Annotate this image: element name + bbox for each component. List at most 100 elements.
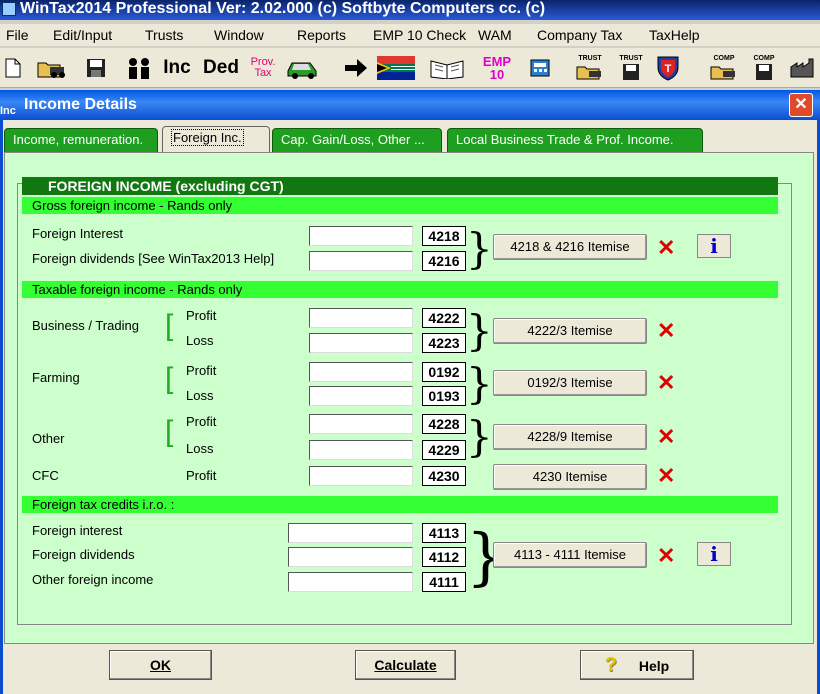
comp-save-label: COMP (753, 55, 775, 62)
itemise-4218-button[interactable]: 4218 & 4216 Itemise (493, 234, 647, 260)
code-4216: 4216 (422, 251, 466, 271)
trust-open-button[interactable]: TRUST (573, 54, 607, 82)
gross-income-heading: Gross foreign income - Rands only (22, 197, 778, 214)
south-africa-flag-icon[interactable] (376, 54, 416, 82)
ok-button[interactable]: OK (109, 650, 212, 680)
code-4218: 4218 (422, 226, 466, 246)
info-icon: i (710, 542, 718, 566)
credit-dividends-input[interactable] (288, 547, 413, 567)
trust-folder-icon (576, 66, 601, 80)
business-loss-input[interactable] (309, 333, 413, 353)
menu-reports[interactable]: Reports (297, 27, 346, 43)
code-0193: 0193 (422, 386, 466, 406)
farming-profit-input[interactable] (309, 362, 413, 382)
trust-save-button[interactable]: TRUST (617, 54, 645, 82)
code-0192: 0192 (422, 362, 466, 382)
calculate-button[interactable]: Calculate (355, 650, 456, 680)
business-profit-label: Profit (186, 308, 217, 323)
calculator-icon[interactable] (528, 54, 552, 82)
delete-4222-icon[interactable]: ✕ (657, 320, 675, 342)
delete-4113-icon[interactable]: ✕ (657, 545, 675, 567)
app-icon (2, 2, 16, 16)
tab-local-business[interactable]: Local Business Trade & Prof. Income. (447, 128, 703, 152)
save-disk-icon[interactable] (84, 54, 108, 82)
credit-dividends-label: Foreign dividends (32, 547, 135, 562)
comp-open-label: COMP (713, 55, 735, 62)
svg-text:T: T (665, 63, 672, 75)
farming-bracket: [ (165, 362, 174, 395)
app-title-bar: WinTax2014 Professional Ver: 2.02.000 (c… (0, 0, 820, 20)
itemise-4113-button[interactable]: 4113 - 4111 Itemise (493, 542, 647, 568)
itemise-4222-button[interactable]: 4222/3 Itemise (493, 318, 647, 344)
emp10-button[interactable]: EMP 10 (480, 54, 514, 82)
tab-income-remuneration[interactable]: Income, remuneration. (4, 128, 158, 152)
company-folder-icon (710, 66, 735, 80)
dialog-title: Income Details (24, 96, 137, 113)
vehicle-icon[interactable] (284, 54, 322, 82)
taxpayers-icon[interactable] (126, 54, 152, 82)
other-loss-input[interactable] (309, 440, 413, 460)
menu-window[interactable]: Window (214, 27, 264, 43)
menu-trusts[interactable]: Trusts (145, 27, 183, 43)
company-save-button[interactable]: COMP (750, 54, 778, 82)
arrow-right-icon[interactable] (342, 54, 370, 82)
other-profit-label: Profit (186, 414, 217, 429)
tab-cap-gain-loss[interactable]: Cap. Gain/Loss, Other ... (272, 128, 442, 152)
foreign-dividends-input[interactable] (309, 251, 413, 271)
ok-label: OK (150, 657, 171, 673)
itemise-4228-button[interactable]: 4228/9 Itemise (493, 424, 647, 450)
tax-credits-heading: Foreign tax credits i.r.o. : (22, 496, 778, 513)
provisional-tax-button[interactable]: Prov. Tax (247, 54, 279, 82)
delete-4218-icon[interactable]: ✕ (657, 237, 675, 259)
new-document-icon[interactable] (2, 54, 24, 82)
deductions-toolbar-button[interactable]: Ded (203, 54, 239, 82)
book-icon[interactable] (428, 54, 466, 82)
dialog-title-bar: Inc Income Details ✕ (0, 90, 820, 120)
code-4228: 4228 (422, 414, 466, 434)
itemise-0192-button[interactable]: 0192/3 Itemise (493, 370, 647, 396)
cfc-profit-input[interactable] (309, 466, 413, 486)
trust-disk-icon (623, 64, 639, 80)
company-disk-icon (756, 64, 772, 80)
trust-open-label: TRUST (578, 55, 602, 62)
tab-foreign-income[interactable]: Foreign Inc. (162, 126, 270, 154)
close-button[interactable]: ✕ (789, 93, 813, 117)
factory-icon[interactable] (788, 54, 818, 82)
foreign-income-heading: FOREIGN INCOME (excluding CGT) (22, 177, 778, 195)
credit-interest-input[interactable] (288, 523, 413, 543)
tab-foreign-income-label: Foreign Inc. (171, 129, 244, 146)
menu-wam[interactable]: WAM (478, 27, 512, 43)
foreign-interest-input[interactable] (309, 226, 413, 246)
delete-0192-icon[interactable]: ✕ (657, 372, 675, 394)
menu-edit-input[interactable]: Edit/Input (53, 27, 112, 43)
brace-4218: } (466, 224, 493, 273)
farming-loss-input[interactable] (309, 386, 413, 406)
trust-shield-icon[interactable]: T (654, 54, 682, 82)
calculate-label: Calculate (374, 657, 437, 673)
menu-taxhelp[interactable]: TaxHelp (649, 27, 700, 43)
farming-profit-label: Profit (186, 363, 217, 378)
help-button[interactable]: ? Help (580, 650, 694, 680)
other-profit-input[interactable] (309, 414, 413, 434)
info-credits-button[interactable]: i (697, 542, 731, 566)
menu-company-tax[interactable]: Company Tax (537, 27, 622, 43)
itemise-4230-button[interactable]: 4230 Itemise (493, 464, 647, 490)
farming-loss-label: Loss (186, 388, 214, 403)
income-toolbar-button[interactable]: Inc (162, 54, 192, 82)
menu-file[interactable]: File (6, 27, 29, 43)
info-gross-button[interactable]: i (697, 234, 731, 258)
toolbar: Inc Ded Prov. Tax EMP 10 TRUST TRUST T C… (0, 48, 820, 88)
foreign-interest-label: Foreign Interest (32, 226, 124, 241)
menu-emp10-check[interactable]: EMP 10 Check (373, 27, 466, 43)
code-4229: 4229 (422, 440, 466, 460)
cfc-profit-label: Profit (186, 468, 217, 483)
delete-4228-icon[interactable]: ✕ (657, 426, 675, 448)
credit-other-input[interactable] (288, 572, 413, 592)
company-open-button[interactable]: COMP (708, 54, 740, 82)
business-profit-input[interactable] (309, 308, 413, 328)
delete-4230-icon[interactable]: ✕ (657, 465, 675, 487)
brace-4228: } (466, 412, 493, 461)
business-trading-label: Business / Trading (32, 318, 139, 333)
open-folder-icon[interactable] (34, 54, 68, 82)
tax-label: Tax (254, 67, 272, 79)
